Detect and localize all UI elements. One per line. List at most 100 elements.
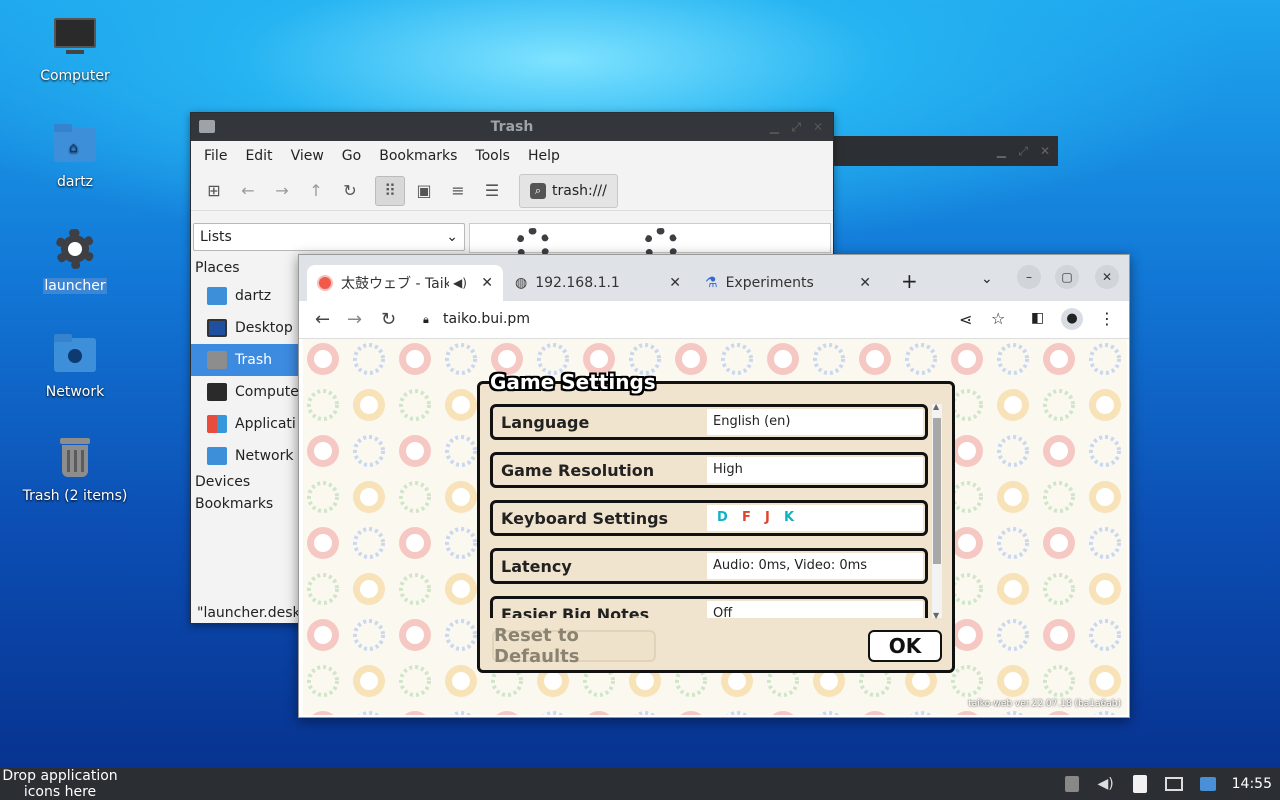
reload-icon[interactable]: ↻ bbox=[335, 176, 365, 206]
tab-router[interactable]: ◍ 192.168.1.1 ✕ bbox=[505, 265, 691, 301]
settings-scrollbar[interactable]: ▲ ▼ bbox=[932, 402, 942, 620]
close-tab-icon[interactable]: ✕ bbox=[669, 275, 681, 291]
places-item-dartz[interactable]: dartz bbox=[191, 280, 301, 312]
setting-row-keyboard[interactable]: Keyboard Settings D F J K bbox=[490, 500, 928, 536]
setting-row-big-notes[interactable]: Easier Big Notes Off bbox=[490, 596, 928, 618]
menu-file[interactable]: File bbox=[195, 148, 236, 164]
close-icon[interactable]: ✕ bbox=[1095, 265, 1119, 289]
close-tab-icon[interactable]: ✕ bbox=[481, 275, 493, 291]
close-tab-icon[interactable]: ✕ bbox=[859, 275, 871, 291]
scrollbar-thumb[interactable] bbox=[933, 418, 941, 564]
taiko-web-page[interactable]: Game Settings Language English (en) Game… bbox=[303, 339, 1127, 715]
chevron-down-icon: ⌄ bbox=[446, 229, 458, 245]
places-item-label: Network bbox=[235, 448, 294, 464]
tab-search-chevron-icon[interactable]: ⌄ bbox=[981, 271, 993, 287]
scroll-up-icon[interactable]: ▲ bbox=[933, 402, 939, 411]
home-folder-icon bbox=[207, 287, 227, 305]
setting-value: English (en) bbox=[707, 409, 923, 435]
desktop-icon-network[interactable]: Network bbox=[20, 332, 130, 400]
globe-icon: ◍ bbox=[515, 275, 528, 291]
tray-arrow-icon[interactable] bbox=[1062, 774, 1082, 794]
clipboard-icon[interactable] bbox=[1130, 774, 1150, 794]
bookmarks-header[interactable]: Bookmarks bbox=[191, 494, 301, 516]
setting-row-latency[interactable]: Latency Audio: 0ms, Video: 0ms bbox=[490, 548, 928, 584]
lock-icon[interactable]: 🔒︎ bbox=[423, 313, 429, 327]
menu-view[interactable]: View bbox=[282, 148, 333, 164]
desktop-icon-dartz[interactable]: ⌂ dartz bbox=[20, 122, 130, 190]
clock[interactable]: 14:55 bbox=[1232, 776, 1272, 792]
icon-view-icon[interactable]: ⠿ bbox=[375, 175, 405, 206]
minimize-icon[interactable]: – bbox=[1017, 265, 1041, 289]
tab-experiments[interactable]: ⚗ Experiments ✕ bbox=[695, 265, 881, 301]
setting-row-resolution[interactable]: Game Resolution High bbox=[490, 452, 928, 488]
menu-bookmarks[interactable]: Bookmarks bbox=[370, 148, 466, 164]
background-window-titlebar[interactable]: ▁ ⤢ ✕ bbox=[832, 136, 1058, 166]
places-item-applications[interactable]: Applicati bbox=[191, 408, 301, 440]
setting-row-language[interactable]: Language English (en) bbox=[490, 404, 928, 440]
maximize-icon[interactable]: ⤢ bbox=[1018, 144, 1028, 159]
desktop-icon-trash[interactable]: Trash (2 items) bbox=[20, 436, 130, 504]
side-panel-icon[interactable]: ◧ bbox=[1031, 310, 1044, 326]
reset-to-defaults-button[interactable]: Reset to Defaults bbox=[492, 625, 656, 667]
reload-icon[interactable]: ↻ bbox=[381, 309, 396, 330]
ok-button[interactable]: OK bbox=[868, 630, 942, 662]
tab-taiko[interactable]: 太鼓ウェブ - Taik ◀) ✕ bbox=[307, 265, 503, 301]
setting-label: Game Resolution bbox=[501, 460, 655, 480]
profile-avatar-icon[interactable]: ● bbox=[1061, 308, 1083, 330]
network-folder-icon bbox=[52, 332, 98, 378]
menu-help[interactable]: Help bbox=[519, 148, 569, 164]
minimize-icon[interactable]: ▁ bbox=[997, 144, 1006, 158]
close-icon[interactable]: ✕ bbox=[813, 113, 823, 141]
places-item-trash[interactable]: Trash bbox=[191, 344, 301, 376]
thumbnail-view-icon[interactable]: ▣ bbox=[409, 176, 439, 206]
menu-bar: File Edit View Go Bookmarks Tools Help bbox=[191, 141, 833, 171]
forward-arrow-icon[interactable]: → bbox=[347, 309, 362, 330]
detailed-list-view-icon[interactable]: ☰ bbox=[477, 176, 507, 206]
places-item-computer[interactable]: Compute bbox=[191, 376, 301, 408]
computer-icon bbox=[52, 16, 98, 62]
file-view-area[interactable] bbox=[469, 223, 831, 262]
back-arrow-icon[interactable]: ← bbox=[315, 309, 330, 330]
browser-window: 太鼓ウェブ - Taik ◀) ✕ ◍ 192.168.1.1 ✕ ⚗ Expe… bbox=[298, 254, 1130, 718]
settings-list[interactable]: Language English (en) Game Resolution Hi… bbox=[490, 404, 928, 618]
flask-icon: ⚗ bbox=[705, 275, 718, 291]
places-item-desktop[interactable]: Desktop bbox=[191, 312, 301, 344]
maximize-icon[interactable]: ▢ bbox=[1055, 265, 1079, 289]
up-arrow-icon[interactable]: ↑ bbox=[301, 176, 331, 206]
desktop-icon-computer[interactable]: Computer bbox=[20, 16, 130, 84]
trash-icon bbox=[207, 351, 227, 369]
game-settings-dialog: Game Settings Language English (en) Game… bbox=[477, 370, 955, 673]
url-text[interactable]: taiko.bui.pm bbox=[443, 311, 530, 327]
applications-icon bbox=[207, 415, 227, 433]
setting-label: Keyboard Settings bbox=[501, 508, 669, 528]
menu-tools[interactable]: Tools bbox=[466, 148, 519, 164]
maximize-icon[interactable]: ⤢ bbox=[791, 113, 801, 141]
bookmark-star-icon[interactable]: ☆ bbox=[991, 309, 1005, 328]
speaker-icon[interactable]: ◀) bbox=[453, 276, 467, 290]
places-item-network[interactable]: Network bbox=[191, 440, 301, 472]
network-icon[interactable] bbox=[1164, 774, 1184, 794]
menu-go[interactable]: Go bbox=[333, 148, 370, 164]
menu-dots-icon[interactable]: ⋮ bbox=[1099, 309, 1115, 328]
location-bar[interactable]: ⌕ trash:/// bbox=[519, 173, 618, 208]
tab-title: Experiments bbox=[725, 275, 814, 291]
back-arrow-icon[interactable]: ← bbox=[233, 176, 263, 206]
compact-list-view-icon[interactable]: ≡ bbox=[443, 176, 473, 206]
scroll-down-icon[interactable]: ▼ bbox=[933, 611, 939, 620]
menu-edit[interactable]: Edit bbox=[236, 148, 281, 164]
devices-header[interactable]: Devices bbox=[191, 472, 301, 494]
desktop-icon-launcher[interactable]: launcher bbox=[20, 226, 130, 294]
close-icon[interactable]: ✕ bbox=[1040, 144, 1050, 158]
volume-icon[interactable]: ◀) bbox=[1096, 774, 1116, 794]
new-tab-icon[interactable]: ⊞ bbox=[199, 176, 229, 206]
desktop-icon-label: launcher bbox=[43, 278, 107, 294]
new-tab-plus-icon[interactable]: + bbox=[901, 269, 918, 293]
minimize-icon[interactable]: ▁ bbox=[770, 113, 779, 141]
forward-arrow-icon[interactable]: → bbox=[267, 176, 297, 206]
share-icon[interactable]: ⋖ bbox=[959, 310, 972, 329]
search-icon: ⌕ bbox=[530, 182, 546, 199]
update-notifier-icon[interactable] bbox=[1198, 774, 1218, 794]
side-pane-type-select[interactable]: Lists ⌄ bbox=[193, 223, 465, 251]
file-manager-titlebar[interactable]: Trash ▁ ⤢ ✕ bbox=[191, 113, 833, 141]
launcher-drop-zone[interactable]: Drop application icons here bbox=[0, 768, 120, 800]
